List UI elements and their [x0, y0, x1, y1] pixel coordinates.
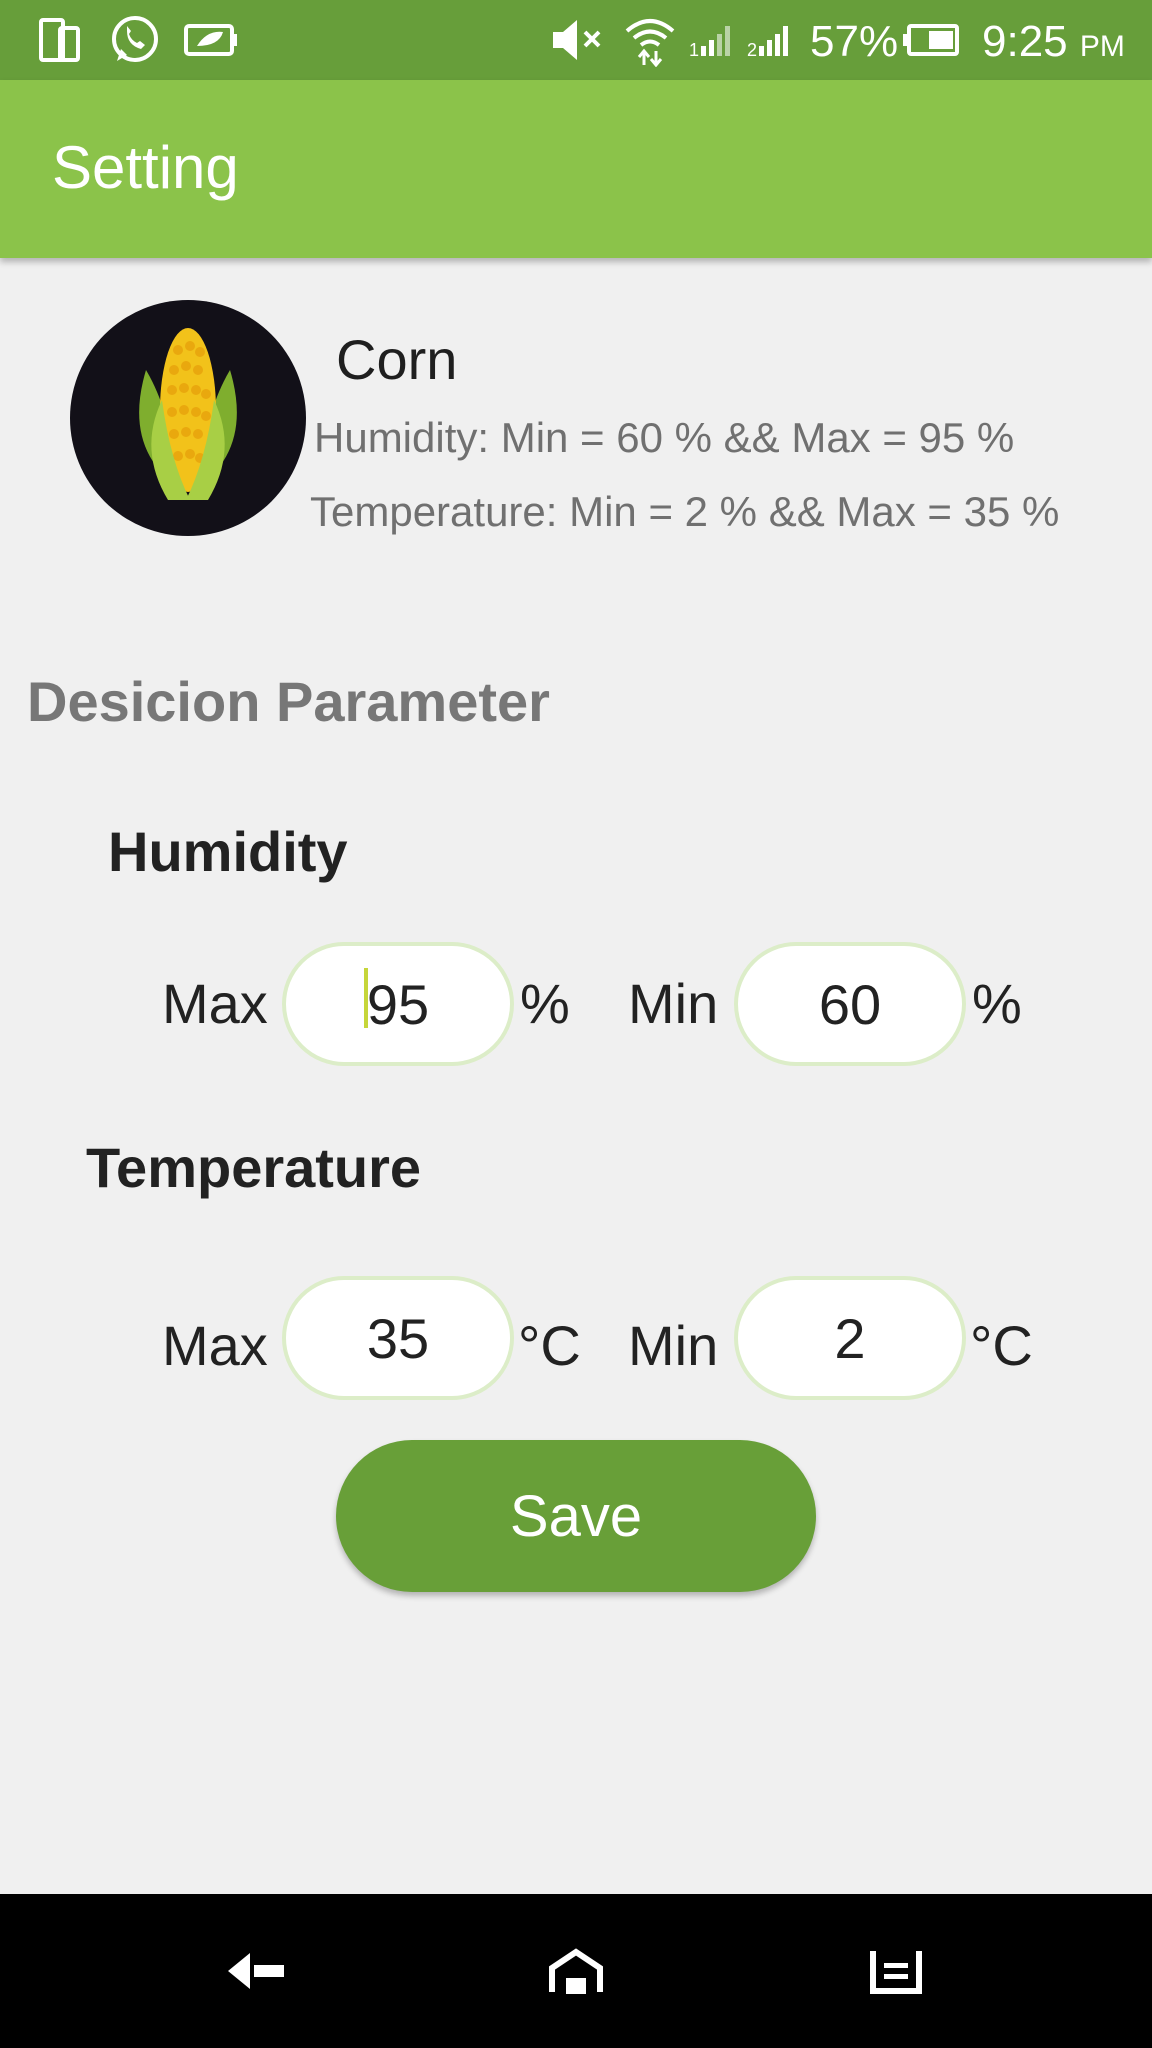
save-button[interactable]: Save — [336, 1440, 816, 1592]
crop-humidity-range: Humidity: Min = 60 % && Max = 95 % — [314, 414, 1015, 461]
wifi-icon — [622, 12, 678, 68]
page-title: Setting — [52, 134, 239, 201]
humidity-title: Humidity — [108, 820, 348, 883]
home-icon — [549, 1948, 603, 1994]
svg-text:2: 2 — [747, 40, 757, 60]
app-bar: Setting — [0, 80, 1152, 258]
mute-icon — [548, 12, 604, 68]
humidity-min-label: Min — [628, 972, 719, 1035]
back-icon — [228, 1953, 284, 1989]
signal-icon: 1 — [688, 12, 738, 68]
signal-2-icon: 2 — [746, 12, 796, 68]
status-time: 9:25 PM — [982, 0, 1125, 80]
humidity-max-input[interactable] — [282, 942, 514, 1066]
humidity-min-unit: % — [972, 972, 1022, 1035]
humidity-min-input[interactable] — [734, 942, 966, 1066]
text-cursor — [364, 968, 368, 1028]
temperature-title: Temperature — [86, 1136, 422, 1199]
battery-percent: 57% — [810, 17, 899, 66]
temperature-max-input[interactable] — [282, 1276, 514, 1400]
recents-icon — [870, 1951, 922, 1994]
temperature-max-unit: °C — [518, 1314, 581, 1377]
temperature-min-input[interactable] — [734, 1276, 966, 1400]
crop-name: Corn — [336, 328, 458, 391]
status-time-ampm: PM — [1079, 30, 1125, 63]
crop-temperature-range: Temperature: Min = 2 % && Max = 35 % — [310, 488, 1060, 535]
temperature-max-label: Max — [162, 1314, 268, 1377]
home-button[interactable] — [526, 1921, 626, 2021]
svg-text:1: 1 — [689, 40, 699, 60]
humidity-max-label: Max — [162, 972, 268, 1035]
recents-button[interactable] — [846, 1921, 946, 2021]
temperature-min-label: Min — [628, 1314, 719, 1377]
setting-screen: 1 2 57% 9:25 PM Setting Corn Humidity: M… — [0, 0, 1152, 2048]
battery-icon — [900, 12, 962, 68]
corn-icon — [70, 300, 306, 536]
battery-saver-icon — [182, 12, 240, 68]
whatsapp-icon — [106, 12, 162, 68]
navigation-bar — [0, 1894, 1152, 2048]
decision-parameter-title: Desicion Parameter — [27, 670, 550, 733]
humidity-max-unit: % — [520, 972, 570, 1035]
phone-tablet-icon — [36, 12, 84, 68]
temperature-min-unit: °C — [970, 1314, 1033, 1377]
status-bar: 1 2 57% 9:25 PM — [0, 0, 1152, 80]
back-button[interactable] — [206, 1921, 306, 2021]
status-time-value: 9:25 — [982, 17, 1068, 66]
